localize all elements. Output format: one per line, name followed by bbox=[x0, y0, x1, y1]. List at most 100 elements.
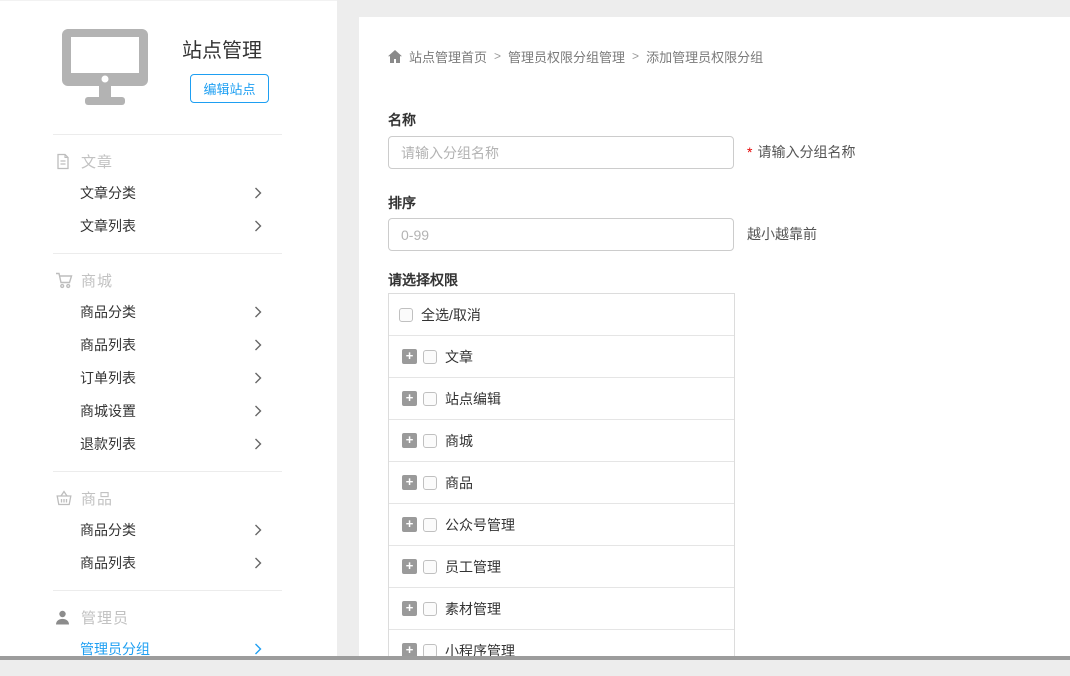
permission-label: 商城 bbox=[445, 430, 473, 451]
chevron-right-icon bbox=[254, 220, 262, 232]
permission-checkbox[interactable] bbox=[423, 392, 437, 406]
expand-plus-icon[interactable]: + bbox=[402, 391, 417, 406]
sidebar-item[interactable]: 文章列表 bbox=[0, 209, 337, 242]
sidebar-item[interactable]: 退款列表 bbox=[0, 427, 337, 460]
sort-order-input[interactable] bbox=[388, 218, 734, 251]
sidebar-item[interactable]: 商品分类 bbox=[0, 513, 337, 546]
content-card: 站点管理首页 > 管理员权限分组管理 > 添加管理员权限分组 名称 * 请输入分组名称 排… bbox=[359, 17, 1070, 660]
sort-hint: 越小越靠前 bbox=[747, 218, 817, 251]
sidebar-section-label: 管理员 bbox=[81, 607, 129, 628]
permission-checkbox[interactable] bbox=[423, 350, 437, 364]
sidebar-item[interactable]: 商品列表 bbox=[0, 328, 337, 361]
name-field-label: 名称 bbox=[388, 110, 416, 130]
permission-table: 全选/取消+文章+站点编辑+商城+商品+公众号管理+员工管理+素材管理+小程序管… bbox=[388, 293, 735, 660]
sidebar-section-header: 商城 bbox=[0, 265, 337, 295]
expand-plus-icon[interactable]: + bbox=[402, 475, 417, 490]
mall-icon bbox=[55, 272, 73, 289]
sort-field-label: 排序 bbox=[388, 193, 416, 213]
permission-label: 文章 bbox=[445, 346, 473, 367]
sidebar-item-label: 商城设置 bbox=[80, 401, 136, 421]
permission-label: 商品 bbox=[445, 472, 473, 493]
group-name-input[interactable] bbox=[388, 136, 734, 169]
sidebar-section-label: 文章 bbox=[81, 151, 113, 172]
sidebar-section-header: 管理员 bbox=[0, 602, 337, 632]
breadcrumb-item: 添加管理员权限分组 bbox=[646, 47, 763, 66]
sidebar-item-label: 商品列表 bbox=[80, 553, 136, 573]
edit-site-button[interactable]: 编辑站点 bbox=[190, 74, 269, 103]
permission-row: + 商城 bbox=[389, 420, 734, 462]
breadcrumb-separator: > bbox=[494, 49, 501, 63]
sort-hint-text: 越小越靠前 bbox=[747, 226, 817, 242]
permission-label: 公众号管理 bbox=[445, 514, 515, 535]
breadcrumb-separator: > bbox=[632, 49, 639, 63]
sidebar-section-label: 商品 bbox=[81, 488, 113, 509]
sidebar-section-header: 文章 bbox=[0, 146, 337, 176]
permission-row: + 站点编辑 bbox=[389, 378, 734, 420]
sidebar-item-label: 商品分类 bbox=[80, 302, 136, 322]
permission-checkbox[interactable] bbox=[423, 476, 437, 490]
sidebar-item-label: 商品分类 bbox=[80, 520, 136, 540]
name-hint-text: 请输入分组名称 bbox=[757, 144, 855, 160]
sidebar-item-label: 退款列表 bbox=[80, 434, 136, 454]
sidebar-item[interactable]: 商品分类 bbox=[0, 295, 337, 328]
permission-row: + 员工管理 bbox=[389, 546, 734, 588]
permission-row: + 商品 bbox=[389, 462, 734, 504]
sidebar-section: 文章文章分类文章列表 bbox=[0, 135, 337, 253]
sidebar-section-label: 商城 bbox=[81, 270, 113, 291]
sidebar-section: 商城商品分类商品列表订单列表商城设置退款列表 bbox=[0, 254, 337, 471]
chevron-right-icon bbox=[254, 306, 262, 318]
permission-label: 站点编辑 bbox=[445, 388, 501, 409]
chevron-right-icon bbox=[254, 524, 262, 536]
sidebar-nav: 文章文章分类文章列表商城商品分类商品列表订单列表商城设置退款列表商品商品分类商品… bbox=[0, 134, 337, 676]
select-all-checkbox[interactable] bbox=[399, 308, 413, 322]
sidebar-item-label: 文章分类 bbox=[80, 183, 136, 203]
monitor-icon bbox=[62, 29, 148, 105]
permission-label: 员工管理 bbox=[445, 556, 501, 577]
sidebar-item[interactable]: 文章分类 bbox=[0, 176, 337, 209]
permission-row-select-all: 全选/取消 bbox=[389, 294, 734, 336]
chevron-right-icon bbox=[254, 643, 262, 655]
breadcrumb: 站点管理首页 > 管理员权限分组管理 > 添加管理员权限分组 bbox=[388, 47, 763, 65]
chevron-right-icon bbox=[254, 339, 262, 351]
site-title: 站点管理 bbox=[182, 34, 262, 63]
breadcrumb-item[interactable]: 管理员权限分组管理 bbox=[508, 47, 625, 66]
permission-checkbox[interactable] bbox=[423, 434, 437, 448]
permission-label: 素材管理 bbox=[445, 598, 501, 619]
permission-checkbox[interactable] bbox=[423, 560, 437, 574]
sidebar-section-header: 商品 bbox=[0, 483, 337, 513]
sidebar-item[interactable]: 商城设置 bbox=[0, 394, 337, 427]
permission-checkbox[interactable] bbox=[423, 518, 437, 532]
sidebar-item[interactable]: 订单列表 bbox=[0, 361, 337, 394]
permission-row: + 文章 bbox=[389, 336, 734, 378]
article-icon bbox=[55, 153, 73, 170]
permission-label: 全选/取消 bbox=[421, 304, 481, 325]
sidebar-item[interactable]: 商品列表 bbox=[0, 546, 337, 579]
sidebar-section: 商品商品分类商品列表 bbox=[0, 472, 337, 590]
chevron-right-icon bbox=[254, 372, 262, 384]
expand-plus-icon[interactable]: + bbox=[402, 517, 417, 532]
sidebar-item-label: 文章列表 bbox=[80, 216, 136, 236]
name-required-hint: * 请输入分组名称 bbox=[747, 136, 855, 169]
permission-row: + 素材管理 bbox=[389, 588, 734, 630]
sidebar-item-label: 订单列表 bbox=[80, 368, 136, 388]
permission-row: + 公众号管理 bbox=[389, 504, 734, 546]
user-icon bbox=[55, 610, 73, 625]
home-icon bbox=[388, 50, 402, 63]
sidebar-section: 管理员管理员分组 bbox=[0, 591, 337, 676]
chevron-right-icon bbox=[254, 438, 262, 450]
sidebar: 站点管理 编辑站点 文章文章分类文章列表商城商品分类商品列表订单列表商城设置退款… bbox=[0, 0, 337, 660]
breadcrumb-item[interactable]: 站点管理首页 bbox=[409, 47, 487, 66]
expand-plus-icon[interactable]: + bbox=[402, 559, 417, 574]
sidebar-item-label: 商品列表 bbox=[80, 335, 136, 355]
expand-plus-icon[interactable]: + bbox=[402, 433, 417, 448]
sidebar-item[interactable]: 管理员分组 bbox=[0, 632, 337, 665]
expand-plus-icon[interactable]: + bbox=[402, 349, 417, 364]
chevron-right-icon bbox=[254, 557, 262, 569]
basket-icon bbox=[55, 490, 73, 506]
expand-plus-icon[interactable]: + bbox=[402, 601, 417, 616]
site-header: 站点管理 编辑站点 bbox=[0, 1, 337, 134]
required-asterisk: * bbox=[747, 144, 752, 160]
chevron-right-icon bbox=[254, 405, 262, 417]
permission-checkbox[interactable] bbox=[423, 602, 437, 616]
permissions-label: 请选择权限 bbox=[388, 270, 458, 290]
